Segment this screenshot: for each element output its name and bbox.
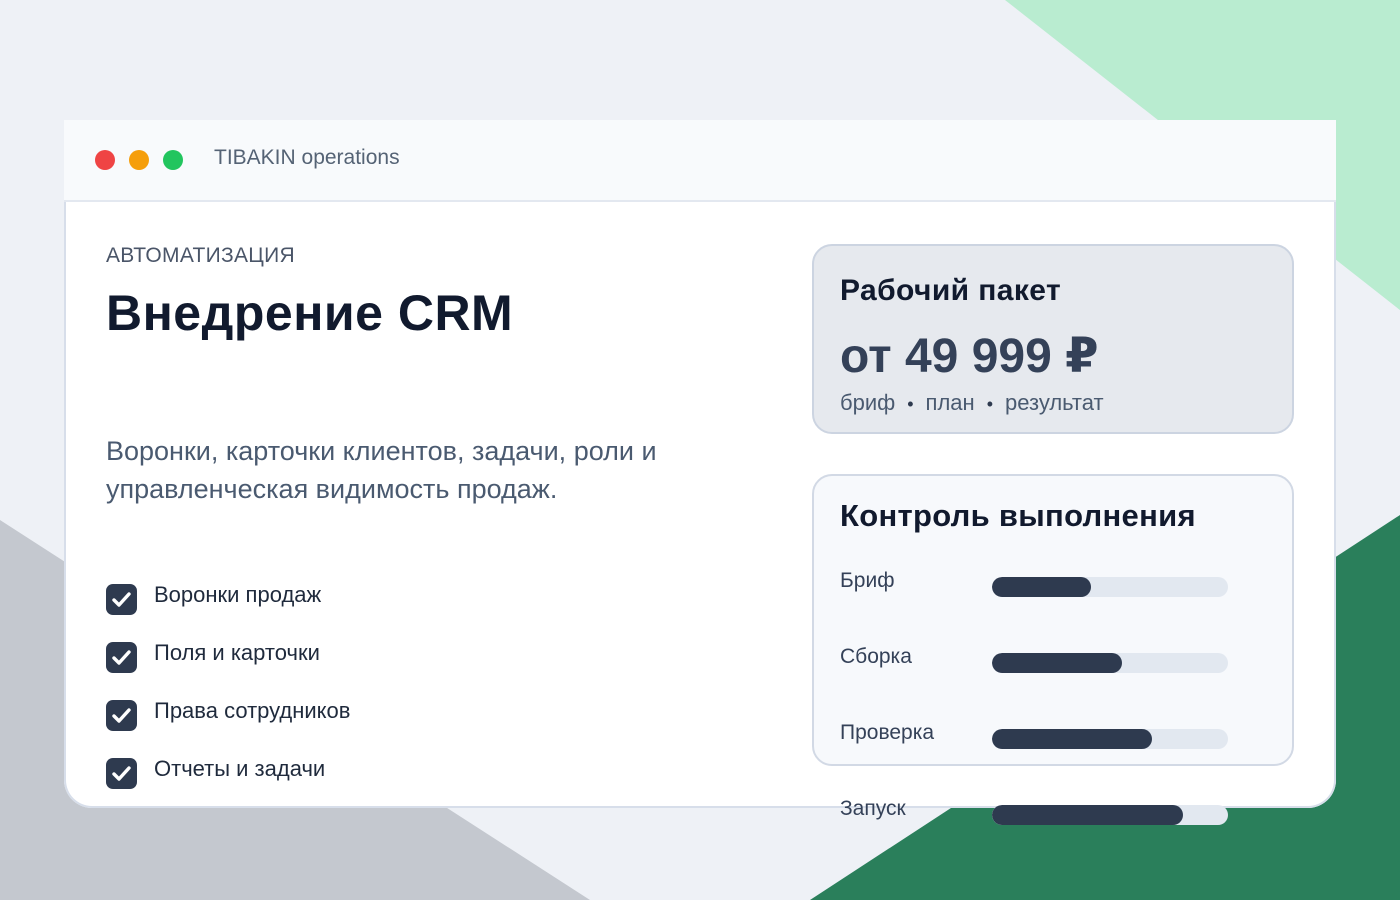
checkbox-checked-icon — [106, 584, 137, 615]
progress-card-heading: Контроль выполнения — [840, 498, 1196, 533]
price-card-heading: Рабочий пакет — [840, 274, 1062, 307]
progress-track — [992, 805, 1228, 825]
progress-track — [992, 729, 1228, 749]
feature-item: Воронки продаж — [106, 582, 506, 616]
checkbox-checked-icon — [106, 700, 137, 731]
progress-row: Запуск — [840, 797, 1240, 827]
price-step: план — [925, 390, 975, 415]
progress-row: Сборка — [840, 645, 1240, 675]
close-window-button[interactable] — [95, 150, 115, 170]
price-steps: бриф • план • результат — [840, 390, 1104, 416]
progress-row: Проверка — [840, 721, 1240, 751]
progress-row-label: Запуск — [840, 797, 906, 820]
progress-fill — [992, 577, 1092, 597]
app-window: TIBAKIN operations АВТОМАТИЗАЦИЯ Внедрен… — [64, 120, 1336, 808]
price-value: от 49 999 ₽ — [840, 330, 1099, 383]
minimize-window-button[interactable] — [129, 150, 149, 170]
progress-fill — [992, 729, 1153, 749]
checkbox-checked-icon — [106, 758, 137, 789]
window-title: TIBAKIN operations — [214, 146, 400, 169]
progress-row-label: Бриф — [840, 569, 895, 592]
service-description: Воронки, карточки клиентов, задачи, роли… — [106, 436, 657, 504]
maximize-window-button[interactable] — [163, 150, 183, 170]
feature-label: Права сотрудников — [154, 698, 351, 723]
section-eyebrow: АВТОМАТИЗАЦИЯ — [106, 244, 295, 267]
window-titlebar: TIBAKIN operations — [64, 120, 1336, 202]
bullet-separator-icon: • — [986, 394, 993, 414]
progress-fill — [992, 653, 1122, 673]
progress-fill — [992, 805, 1184, 825]
page-title: Внедрение CRM — [106, 285, 514, 341]
feature-label: Отчеты и задачи — [154, 756, 326, 781]
progress-row-label: Сборка — [840, 645, 912, 668]
feature-item: Поля и карточки — [106, 640, 506, 674]
progress-track — [992, 653, 1228, 673]
progress-row-label: Проверка — [840, 721, 935, 744]
feature-item: Отчеты и задачи — [106, 756, 506, 790]
progress-row: Бриф — [840, 569, 1240, 599]
price-step: бриф — [840, 390, 896, 415]
price-step: результат — [1005, 390, 1104, 415]
feature-item: Права сотрудников — [106, 698, 506, 732]
feature-label: Воронки продаж — [154, 582, 322, 607]
progress-track — [992, 577, 1228, 597]
price-card: Рабочий пакет от 49 999 ₽ бриф • план • резу… — [812, 244, 1294, 434]
bullet-separator-icon: • — [907, 394, 914, 414]
feature-label: Поля и карточки — [154, 640, 320, 665]
checkbox-checked-icon — [106, 642, 137, 673]
